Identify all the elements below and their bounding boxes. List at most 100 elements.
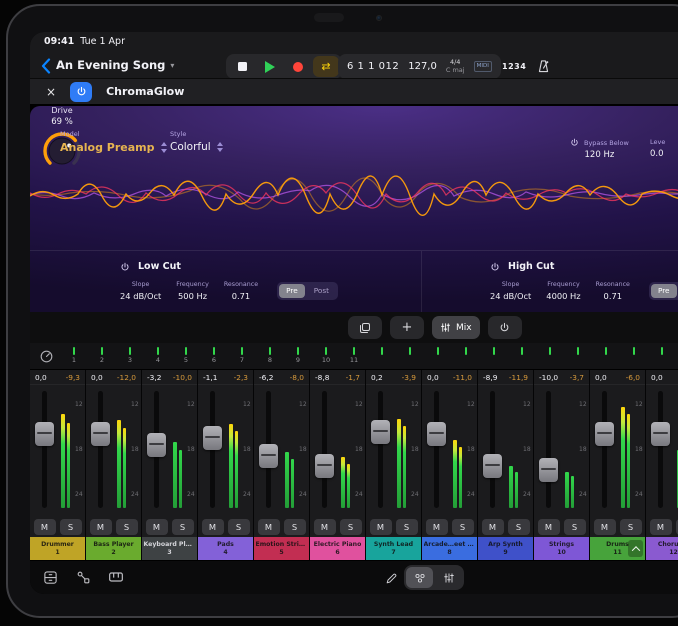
overview-track-cell[interactable]: 4 <box>144 346 172 365</box>
mute-button[interactable]: M <box>538 519 560 535</box>
track-name-label[interactable]: Arp Synth9 <box>478 537 533 560</box>
post-button[interactable]: Post <box>307 284 336 298</box>
track-name-label[interactable]: Drums11 <box>590 537 645 560</box>
volume-value[interactable]: -3,2 <box>147 373 161 382</box>
track-name-label[interactable]: Strings10 <box>534 537 589 560</box>
fader-handle[interactable] <box>651 422 670 446</box>
solo-button[interactable]: S <box>172 519 194 535</box>
style-value-control[interactable]: Colorful <box>170 141 223 153</box>
solo-button[interactable]: S <box>564 519 586 535</box>
solo-button[interactable]: S <box>340 519 362 535</box>
power-icon[interactable] <box>570 138 579 147</box>
pre-button[interactable]: Pre <box>279 284 305 298</box>
stop-button[interactable] <box>229 56 255 77</box>
high-cut-frequency[interactable]: Frequency 4000 Hz <box>546 281 580 301</box>
fader-handle[interactable] <box>371 420 390 444</box>
track-name-label[interactable]: Emotion Strings5 <box>254 537 309 560</box>
volume-value[interactable]: 0,2 <box>371 373 383 382</box>
mute-button[interactable]: M <box>594 519 616 535</box>
overview-track-cell[interactable]: 6 <box>200 346 228 365</box>
lcd-display[interactable]: 6 1 1 012 127,0 4/4 C maj MIDI <box>338 54 501 79</box>
overview-track-cell[interactable] <box>396 346 424 365</box>
keyboard-button[interactable] <box>106 567 126 587</box>
overview-track-cell[interactable]: 2 <box>88 346 116 365</box>
level-value[interactable]: 0.0 <box>650 149 664 159</box>
low-cut-frequency[interactable]: Frequency 500 Hz <box>176 281 209 301</box>
fader-handle[interactable] <box>539 458 558 482</box>
overview-track-cell[interactable] <box>648 346 676 365</box>
power-icon[interactable] <box>120 262 130 272</box>
overview-track-cell[interactable] <box>564 346 592 365</box>
volume-value[interactable]: 0,0 <box>595 373 607 382</box>
high-cut-resonance[interactable]: Resonance 0.71 <box>596 281 630 301</box>
mute-button[interactable]: M <box>146 519 168 535</box>
solo-button[interactable]: S <box>116 519 138 535</box>
overview-track-cell[interactable] <box>368 346 396 365</box>
overview-track-cell[interactable]: 9 <box>284 346 312 365</box>
track-name-label[interactable]: Drummer1 <box>30 537 85 560</box>
playhead-position[interactable]: 6 1 1 012 <box>347 61 399 72</box>
overview-track-cell[interactable] <box>452 346 480 365</box>
edit-pencil-button[interactable] <box>382 569 400 587</box>
volume-value[interactable]: 0,0 <box>35 373 47 382</box>
solo-button[interactable]: S <box>620 519 642 535</box>
signature-key-stack[interactable]: 4/4 C maj <box>446 59 465 73</box>
metronome-button[interactable] <box>532 55 554 77</box>
volume-value[interactable]: 0,0 <box>427 373 439 382</box>
pre-button[interactable]: Pre <box>651 284 677 298</box>
mute-button[interactable]: M <box>202 519 224 535</box>
mixer-power-button[interactable] <box>488 316 522 339</box>
solo-button[interactable]: S <box>60 519 82 535</box>
fader-handle[interactable] <box>147 433 166 457</box>
mute-button[interactable]: M <box>650 519 672 535</box>
overview-track-cell[interactable]: 8 <box>256 346 284 365</box>
track-name-label[interactable]: Keyboard Player3 <box>142 537 197 560</box>
fader-handle[interactable] <box>483 454 502 478</box>
mute-button[interactable]: M <box>482 519 504 535</box>
play-button[interactable] <box>257 56 283 77</box>
mix-view-button[interactable]: Mix <box>432 316 480 339</box>
cycle-button[interactable]: ⇄ <box>313 56 339 77</box>
volume-value[interactable]: -6,2 <box>259 373 273 382</box>
back-button[interactable] <box>38 56 54 76</box>
low-cut-slope[interactable]: Slope 24 dB/Oct <box>120 281 161 301</box>
faders-view-button[interactable] <box>435 567 462 588</box>
overview-track-cell[interactable]: 11 <box>340 346 368 365</box>
track-name-label[interactable]: Chorus V12 <box>646 537 678 560</box>
solo-button[interactable]: S <box>284 519 306 535</box>
record-button[interactable] <box>285 56 311 77</box>
fader-handle[interactable] <box>91 422 110 446</box>
overview-dial-button[interactable] <box>38 348 55 365</box>
mute-button[interactable]: M <box>426 519 448 535</box>
overview-track-cell[interactable] <box>620 346 648 365</box>
add-track-button[interactable]: + <box>390 316 424 339</box>
fader-handle[interactable] <box>35 422 54 446</box>
power-icon[interactable] <box>490 262 500 272</box>
plugin-power-button[interactable] <box>70 82 92 102</box>
solo-button[interactable]: S <box>452 519 474 535</box>
track-name-label[interactable]: Pads4 <box>198 537 253 560</box>
high-cut-slope[interactable]: Slope 24 dB/Oct <box>490 281 531 301</box>
overview-track-cell[interactable] <box>508 346 536 365</box>
overview-track-cell[interactable]: 5 <box>172 346 200 365</box>
mute-button[interactable]: M <box>34 519 56 535</box>
track-name-label[interactable]: Bass Player2 <box>86 537 141 560</box>
mute-button[interactable]: M <box>90 519 112 535</box>
low-cut-resonance[interactable]: Resonance 0.71 <box>224 281 258 301</box>
fader-handle[interactable] <box>595 422 614 446</box>
volume-value[interactable]: 0,0 <box>651 373 663 382</box>
mute-button[interactable]: M <box>258 519 280 535</box>
song-title-menu[interactable]: An Evening Song ▾ <box>56 58 174 72</box>
volume-value[interactable]: -1,1 <box>203 373 217 382</box>
fader-handle[interactable] <box>203 426 222 450</box>
count-in-button[interactable]: 1234 <box>502 54 526 79</box>
close-plugin-button[interactable]: × <box>46 86 56 98</box>
fader-handle[interactable] <box>427 422 446 446</box>
overview-track-cell[interactable] <box>592 346 620 365</box>
overview-track-cell[interactable]: 10 <box>312 346 340 365</box>
solo-button[interactable]: S <box>228 519 250 535</box>
overview-track-cell[interactable] <box>424 346 452 365</box>
bypass-below-value[interactable]: 120 Hz <box>585 150 615 160</box>
solo-button[interactable]: S <box>508 519 530 535</box>
track-name-label[interactable]: Arcade…eet Pad8 <box>422 537 477 560</box>
